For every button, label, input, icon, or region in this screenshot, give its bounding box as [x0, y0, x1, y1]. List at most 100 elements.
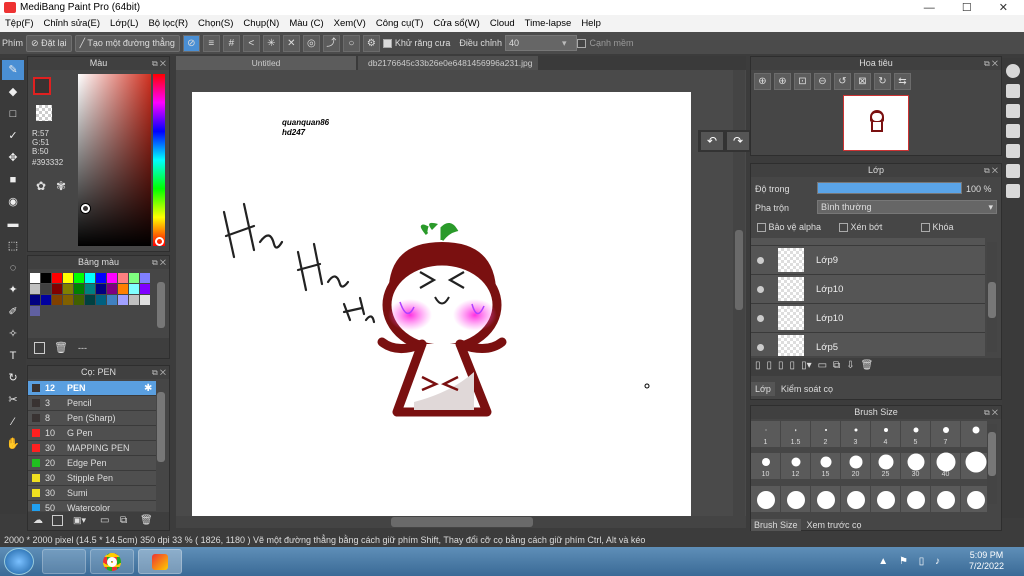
brush-size-cell[interactable] [961, 421, 987, 447]
rectangle-tool-icon[interactable]: □ [2, 104, 24, 124]
menu-edit[interactable]: Chỉnh sửa(E) [39, 18, 106, 29]
palette-swatch[interactable] [118, 295, 128, 305]
delete-layer-icon[interactable]: 🗑 [861, 360, 874, 374]
navigator-controls-icon[interactable]: ⧉ ✕ [984, 57, 998, 70]
hand-tool-icon[interactable]: ✋ [2, 434, 24, 454]
palette-swatch[interactable] [107, 284, 117, 294]
lock-option[interactable]: Khóa [921, 222, 954, 233]
lasso-tool-icon[interactable]: ◌ [2, 258, 24, 278]
brush-size-cell[interactable]: 2 [811, 421, 840, 447]
menu-snap[interactable]: Chụp(N) [238, 18, 284, 29]
palette-swatch[interactable] [52, 284, 62, 294]
brush-item[interactable]: 30 MAPPING PEN [28, 441, 156, 456]
select-eraser-tool-icon[interactable]: ✧ [2, 324, 24, 344]
brush-copy-icon[interactable]: ⧉ [120, 515, 127, 526]
palette-swatch[interactable] [74, 295, 84, 305]
tab-brush-preview[interactable]: Xem trước cọ [805, 519, 864, 531]
brush-item[interactable]: 30 Stipple Pen [28, 471, 156, 486]
taskbar-paint-icon[interactable] [42, 549, 86, 574]
palette-swatch[interactable] [63, 284, 73, 294]
brush-size-cell[interactable] [781, 485, 810, 512]
add-brush-menu-icon[interactable]: ▣▾ [73, 515, 86, 526]
layer-row[interactable]: Lớp10 [751, 275, 985, 304]
menu-window[interactable]: Cửa sổ(W) [428, 18, 484, 29]
straight-line-button[interactable]: ╱ Tạo một đường thẳng [74, 34, 180, 52]
select-pen-tool-icon[interactable]: ✐ [2, 302, 24, 322]
taskbar-clock[interactable]: 5:09 PM 7/2/2022 [969, 550, 1004, 572]
palette-swatch[interactable] [129, 273, 139, 283]
opacity-slider[interactable] [817, 182, 962, 194]
delete-palette-icon[interactable]: 🗑 [54, 341, 68, 354]
brush-size-cell[interactable]: 5 [901, 421, 930, 447]
brush-item[interactable]: 3 Pencil [28, 396, 156, 411]
brush-size-cell[interactable] [931, 485, 960, 512]
brush-size-cell[interactable] [841, 485, 870, 512]
palette-swatch[interactable] [85, 284, 95, 294]
visibility-icon[interactable] [757, 314, 764, 322]
palette-swatch[interactable] [63, 273, 73, 283]
menu-tools[interactable]: Công cụ(T) [371, 18, 429, 29]
brush-size-cell[interactable]: 12 [781, 453, 810, 480]
tab-layer[interactable]: Lớp [751, 382, 775, 396]
tab-image[interactable]: db2176645c33b26e0e6481456996a231.jpg [358, 56, 538, 70]
brush-size-cell[interactable]: 1.5 [781, 421, 810, 447]
palette-scrollbar[interactable] [157, 282, 165, 328]
brush-size-cell[interactable]: 1 [751, 421, 780, 447]
new-palette-icon[interactable] [34, 342, 45, 354]
brush-size-cell[interactable] [871, 485, 900, 512]
smooth-checkbox[interactable] [577, 38, 587, 48]
comment-icon[interactable] [1006, 124, 1020, 138]
palette-swatch[interactable] [41, 273, 51, 283]
list-icon[interactable] [1006, 164, 1020, 178]
zoom-in-icon[interactable]: ⊕ [754, 73, 771, 90]
layers-controls-icon[interactable]: ⧉ ✕ [984, 164, 998, 177]
new-8bit-layer-icon[interactable]: ▯ [778, 360, 784, 374]
color-picker-icon[interactable]: ✾ [56, 179, 66, 193]
blend-mode-select[interactable]: Bình thường ▾ [817, 200, 997, 214]
window-controls[interactable]: — ☐ ✕ [924, 1, 1020, 16]
palette-swatch[interactable] [30, 306, 40, 316]
palette-swatch[interactable] [96, 295, 106, 305]
brush-item[interactable]: 30 Sumi [28, 486, 156, 501]
reset-button[interactable]: ⊘ Đặt lại [26, 34, 72, 52]
visibility-icon[interactable] [757, 285, 764, 293]
brush-item[interactable]: 12 PEN [28, 381, 156, 396]
transparent-swatch[interactable] [36, 105, 52, 121]
brush-size-cell[interactable] [961, 485, 987, 512]
color-wheel-icon[interactable]: ✿ [36, 179, 46, 193]
brush-item[interactable]: 20 Edge Pen [28, 456, 156, 471]
menu-file[interactable]: Tệp(F) [0, 18, 39, 29]
rotate-right-icon[interactable]: ↻ [874, 73, 891, 90]
merge-down-icon[interactable]: ⇩ [846, 360, 854, 374]
layer-folder-icon[interactable]: ▭ [818, 360, 827, 374]
palette-swatch[interactable] [41, 284, 51, 294]
antialias-checkbox[interactable] [382, 38, 392, 48]
chat-icon[interactable] [1006, 104, 1020, 118]
material-icon[interactable] [1006, 184, 1020, 198]
brush-scrollbar[interactable] [157, 392, 165, 462]
palette-swatch[interactable] [74, 284, 84, 294]
reset-view-icon[interactable]: ⊠ [854, 73, 871, 90]
duplicate-layer-icon[interactable]: ⧉ [833, 360, 840, 374]
taskbar-chrome-icon[interactable] [90, 549, 134, 574]
navigator-preview[interactable] [843, 95, 909, 151]
visibility-icon[interactable] [757, 343, 764, 351]
brush-size-cell[interactable]: 20 [841, 453, 870, 480]
add-brush-icon[interactable] [52, 515, 63, 526]
brush-size-cell[interactable]: 40 [931, 452, 960, 480]
ellipse-icon[interactable]: ○ [342, 34, 360, 52]
brush-size-cell[interactable]: 4 [871, 421, 900, 447]
layer-scrollbar[interactable] [987, 242, 997, 352]
adjust-dropdown-icon[interactable]: ▾ [562, 38, 567, 49]
bucket-tool-icon[interactable]: ◉ [2, 192, 24, 212]
brush-size-cell[interactable] [751, 485, 780, 512]
taskbar-medibang-icon[interactable] [138, 549, 182, 574]
palette-swatch[interactable] [63, 295, 73, 305]
curve-icon[interactable]: ⤴ [322, 34, 340, 52]
select-tool-icon[interactable]: ⬚ [2, 236, 24, 256]
palette-swatch[interactable] [140, 273, 150, 283]
share-icon[interactable] [1006, 84, 1020, 98]
clipping-option[interactable]: Xén bớt [839, 222, 882, 233]
zoom-in-2-icon[interactable]: ⊕ [774, 73, 791, 90]
visibility-icon[interactable] [757, 256, 764, 264]
